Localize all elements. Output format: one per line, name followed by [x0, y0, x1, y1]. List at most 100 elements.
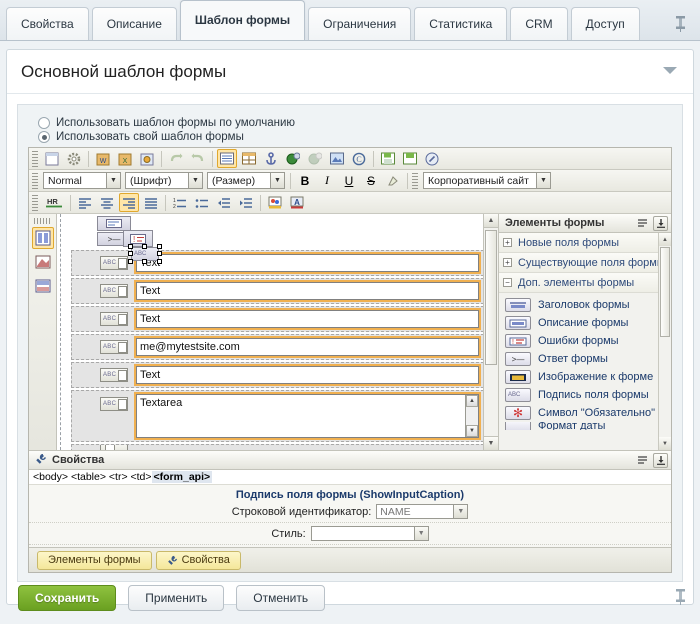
align-justify-icon[interactable]	[141, 193, 161, 212]
insert-image-icon[interactable]	[327, 149, 347, 168]
breadcrumb[interactable]: <body> <table> <tr> <td> <form_api>	[29, 470, 671, 485]
fields-tool[interactable]	[32, 251, 54, 273]
scroll-down-icon[interactable]: ▼	[659, 437, 671, 450]
tab-dostup[interactable]: Доступ	[570, 7, 640, 40]
indent-icon[interactable]	[236, 193, 256, 212]
font-size-select[interactable]: (Размер) ▼	[207, 172, 285, 189]
insert-anchor-icon[interactable]	[261, 149, 281, 168]
tab-svoystva[interactable]: Свойства	[6, 7, 89, 40]
resize-handle-w[interactable]	[128, 251, 133, 256]
form-text-input[interactable]: Text	[134, 280, 481, 302]
font-family-select[interactable]: (Шрифт) ▼	[125, 172, 203, 189]
align-right-icon[interactable]	[119, 193, 139, 212]
new-document-icon[interactable]	[42, 149, 62, 168]
spellcheck-icon[interactable]	[422, 149, 442, 168]
expand-icon[interactable]: +	[503, 258, 512, 267]
list-menu-icon[interactable]	[635, 216, 650, 231]
resize-handle-n[interactable]	[142, 244, 147, 249]
font-color-icon[interactable]: A	[287, 193, 307, 212]
list-item[interactable]: ✻ Символ "Обязательно"	[499, 404, 671, 422]
preview-icon[interactable]	[137, 149, 157, 168]
form-textarea[interactable]: Textarea ▲ ▼	[134, 392, 481, 440]
italic-button[interactable]: I	[317, 171, 337, 190]
string-identifier-select[interactable]: NAME ▼	[376, 504, 469, 519]
scroll-up-icon[interactable]: ▲	[466, 395, 478, 407]
form-field-caption-icon[interactable]: ABC	[100, 340, 128, 354]
redo-icon[interactable]	[188, 149, 208, 168]
form-field-caption-icon[interactable]: ABC	[100, 256, 128, 270]
form-field-caption-icon[interactable]: ABC	[100, 397, 128, 411]
collapse-down-icon[interactable]	[653, 215, 668, 231]
dock-tab-form-elements[interactable]: Элементы формы	[37, 550, 152, 570]
toolbar-grip[interactable]	[412, 172, 418, 189]
toolbar-grip[interactable]	[32, 150, 38, 167]
form-canvas[interactable]: >— ! ABC ABC Text ABC Text ABC Text ABC …	[60, 214, 498, 450]
undo-icon[interactable]	[166, 149, 186, 168]
radio-default-template[interactable]: Использовать шаблон формы по умолчанию	[38, 117, 670, 129]
resize-handle-sw[interactable]	[128, 259, 133, 264]
horizontal-rule-icon[interactable]: HR	[42, 193, 66, 212]
breadcrumb-current[interactable]: <form_api>	[151, 471, 213, 483]
dock-group-additional-elements[interactable]: − Доп. элементы формы	[499, 273, 671, 293]
list-menu-icon[interactable]	[635, 453, 650, 468]
pin-icon[interactable]	[675, 588, 686, 608]
resize-handle-s[interactable]	[142, 259, 147, 264]
layout-tool[interactable]	[32, 275, 54, 297]
insert-form-icon[interactable]	[217, 149, 237, 168]
site-template-select[interactable]: Корпоративный сайт ▼	[423, 172, 551, 189]
tab-shablon-formy[interactable]: Шаблон формы	[179, 0, 306, 40]
remove-link-icon[interactable]	[305, 149, 325, 168]
remove-format-icon[interactable]	[383, 171, 403, 190]
scroll-up-icon[interactable]: ▲	[484, 214, 498, 228]
save-button[interactable]: Сохранить	[18, 585, 117, 611]
radio-custom-template[interactable]: Использовать свой шаблон формы	[38, 131, 670, 143]
form-row[interactable]: ABC me@mytestsite.com	[71, 334, 494, 360]
list-item[interactable]: >— Ответ формы	[499, 350, 671, 368]
form-row[interactable]: ABC Text	[71, 362, 494, 388]
resize-handle-e[interactable]	[157, 251, 162, 256]
list-item[interactable]: ABC Подпись поля формы	[499, 386, 671, 404]
resize-handle-nw[interactable]	[128, 244, 133, 249]
toolbar-grip[interactable]	[32, 194, 38, 211]
paragraph-style-select[interactable]: Normal ▼	[43, 172, 121, 189]
textarea-scrollbar[interactable]: ▲ ▼	[465, 395, 478, 437]
underline-button[interactable]: U	[339, 171, 359, 190]
list-item[interactable]: Заголовок формы	[499, 296, 671, 314]
outdent-icon[interactable]	[214, 193, 234, 212]
resize-handle-se[interactable]	[157, 259, 162, 264]
align-center-icon[interactable]	[97, 193, 117, 212]
list-item[interactable]: Изображение к форме	[499, 368, 671, 386]
import-from-word-icon[interactable]: W	[93, 149, 113, 168]
radio-default-template-input[interactable]	[38, 117, 50, 129]
dock-group-existing-fields[interactable]: + Существующие поля формы	[499, 253, 671, 273]
pin-icon[interactable]	[668, 7, 692, 40]
form-email-input[interactable]: me@mytestsite.com	[134, 336, 481, 358]
cancel-button[interactable]: Отменить	[236, 585, 326, 611]
collapse-down-icon[interactable]	[653, 452, 668, 468]
scroll-up-icon[interactable]: ▲	[659, 233, 671, 246]
numbered-list-icon[interactable]: 12	[170, 193, 190, 212]
scroll-down-icon[interactable]: ▼	[484, 436, 498, 450]
list-item[interactable]: Описание формы	[499, 314, 671, 332]
insert-copyright-icon[interactable]: C	[349, 149, 369, 168]
bold-button[interactable]: B	[295, 171, 315, 190]
form-text-input[interactable]: Text	[134, 308, 481, 330]
insert-link-icon[interactable]	[283, 149, 303, 168]
form-view-tool[interactable]	[31, 227, 54, 249]
collapse-icon[interactable]: −	[503, 278, 512, 287]
apply-button[interactable]: Применить	[128, 585, 225, 611]
scrollbar-thumb[interactable]	[485, 230, 497, 365]
form-row[interactable]: ABC Textarea ▲ ▼	[71, 390, 494, 442]
insert-table-icon[interactable]	[239, 149, 259, 168]
settings-gear-icon[interactable]	[64, 149, 84, 168]
align-left-icon[interactable]	[75, 193, 95, 212]
form-row[interactable]: ABC Text	[71, 278, 494, 304]
form-text-input[interactable]: Text	[134, 364, 481, 386]
form-description-float-icon[interactable]	[97, 216, 131, 231]
dock-scrollbar[interactable]: ▲ ▼	[658, 233, 671, 450]
save-icon[interactable]	[400, 149, 420, 168]
resize-handle-ne[interactable]	[157, 244, 162, 249]
toolbar-grip[interactable]	[32, 172, 38, 189]
style-select[interactable]: ▼	[310, 526, 429, 541]
form-field-caption-icon[interactable]: ABC	[100, 284, 128, 298]
